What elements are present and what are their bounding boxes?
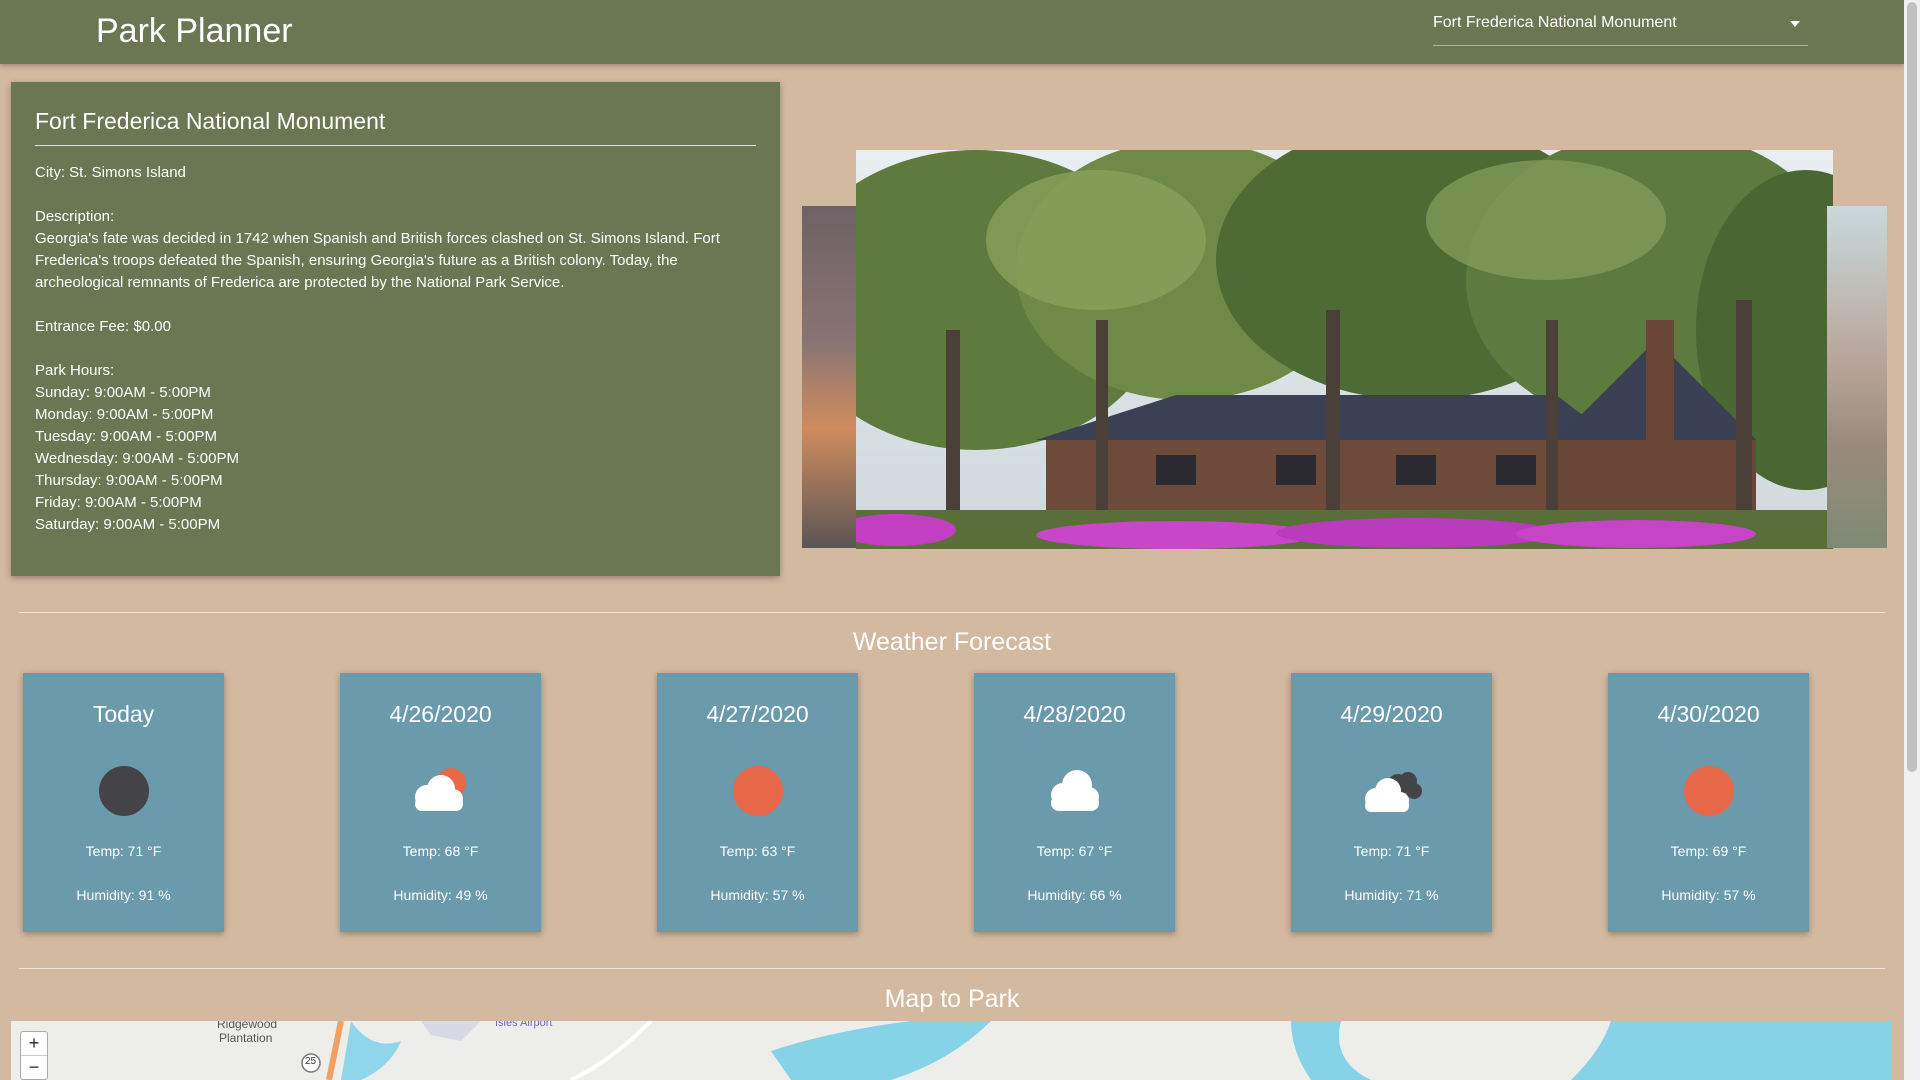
scrollbar[interactable]	[1904, 0, 1920, 1080]
entrance-fee: Entrance Fee: $0.00	[35, 318, 171, 335]
hours-sunday: Sunday: 9:00AM - 5:00PM	[35, 384, 211, 401]
weather-card-today: Today Temp: 71 °F Humidity: 91 %	[23, 673, 224, 932]
weather-humidity: Humidity: 57 %	[710, 887, 805, 903]
weather-temp: Temp: 71 °F	[85, 843, 162, 859]
weather-date: 4/28/2020	[1023, 701, 1126, 727]
carousel-prev-slide[interactable]	[802, 206, 862, 548]
overcast-icon	[1352, 761, 1432, 821]
sun-icon	[1669, 761, 1749, 821]
weather-date: 4/30/2020	[1657, 701, 1760, 727]
description-label: Description:	[35, 208, 115, 225]
zoom-out-button[interactable]: −	[21, 1056, 47, 1080]
sun-icon	[718, 761, 798, 821]
weather-humidity: Humidity: 66 %	[1027, 887, 1122, 903]
weather-card-day2: 4/26/2020 Temp: 68 °F Humidity: 49 %	[340, 673, 541, 932]
weather-card-day5: 4/29/2020 Temp: 71 °F Humidity: 71 %	[1291, 673, 1492, 932]
park-select-dropdown[interactable]: Fort Frederica National Monument	[1433, 8, 1808, 46]
park-details: City: St. Simons Island Description: Geo…	[35, 162, 756, 536]
weather-humidity: Humidity: 49 %	[393, 887, 488, 903]
park-photo-carousel[interactable]	[802, 150, 1887, 550]
weather-humidity: Humidity: 71 %	[1344, 887, 1439, 903]
park-info-card: Fort Frederica National Monument City: S…	[11, 82, 780, 576]
hours-friday: Friday: 9:00AM - 5:00PM	[35, 494, 202, 511]
weather-date: 4/27/2020	[706, 701, 809, 727]
hours-saturday: Saturday: 9:00AM - 5:00PM	[35, 516, 221, 533]
weather-temp: Temp: 69 °F	[1670, 843, 1747, 859]
map-label-route-25: 25	[305, 1056, 317, 1067]
weather-date: 4/26/2020	[389, 701, 492, 727]
park-photo	[856, 150, 1833, 549]
park-description: Georgia's fate was decided in 1742 when …	[35, 230, 720, 291]
cloud-icon	[1035, 761, 1115, 821]
partly-cloudy-icon	[401, 761, 481, 821]
park-city: City: St. Simons Island	[35, 164, 186, 181]
navbar: Park Planner Fort Frederica National Mon…	[0, 0, 1904, 64]
weather-temp: Temp: 63 °F	[719, 843, 796, 859]
section-divider	[19, 968, 1885, 969]
weather-humidity: Humidity: 91 %	[76, 887, 171, 903]
map-title: Map to Park	[884, 985, 1020, 1013]
caret-down-icon	[1790, 21, 1800, 27]
park-map[interactable]: Ridgewood Plantation Isles Airport 25 + …	[11, 1021, 1892, 1080]
weather-temp: Temp: 71 °F	[1353, 843, 1430, 859]
map-label-plantation: Plantation	[219, 1031, 273, 1045]
zoom-in-button[interactable]: +	[21, 1032, 47, 1056]
hours-monday: Monday: 9:00AM - 5:00PM	[35, 406, 214, 423]
weather-card-day3: 4/27/2020 Temp: 63 °F Humidity: 57 %	[657, 673, 858, 932]
hours-label: Park Hours:	[35, 362, 115, 379]
map-zoom-control: + −	[20, 1031, 48, 1080]
park-name: Fort Frederica National Monument	[35, 108, 756, 146]
park-select-value: Fort Frederica National Monument	[1433, 14, 1677, 31]
moon-icon	[84, 761, 164, 821]
weather-temp: Temp: 67 °F	[1036, 843, 1113, 859]
carousel-next-slide[interactable]	[1827, 206, 1887, 548]
weather-humidity: Humidity: 57 %	[1661, 887, 1756, 903]
hours-wednesday: Wednesday: 9:00AM - 5:00PM	[35, 450, 239, 467]
weather-card-day6: 4/30/2020 Temp: 69 °F Humidity: 57 %	[1608, 673, 1809, 932]
map-label-ridgewood: Ridgewood	[217, 1021, 278, 1031]
hours-thursday: Thursday: 9:00AM - 5:00PM	[35, 472, 223, 489]
map-label-airport: Isles Airport	[495, 1021, 553, 1029]
weather-temp: Temp: 68 °F	[402, 843, 479, 859]
weather-date: 4/29/2020	[1340, 701, 1443, 727]
weather-card-day4: 4/28/2020 Temp: 67 °F Humidity: 66 %	[974, 673, 1175, 932]
app-title[interactable]: Park Planner	[96, 12, 293, 51]
weather-title: Weather Forecast	[852, 628, 1052, 656]
scrollbar-thumb[interactable]	[1907, 2, 1917, 772]
hours-tuesday: Tuesday: 9:00AM - 5:00PM	[35, 428, 218, 445]
weather-date: Today	[92, 701, 155, 727]
section-divider	[19, 612, 1885, 613]
